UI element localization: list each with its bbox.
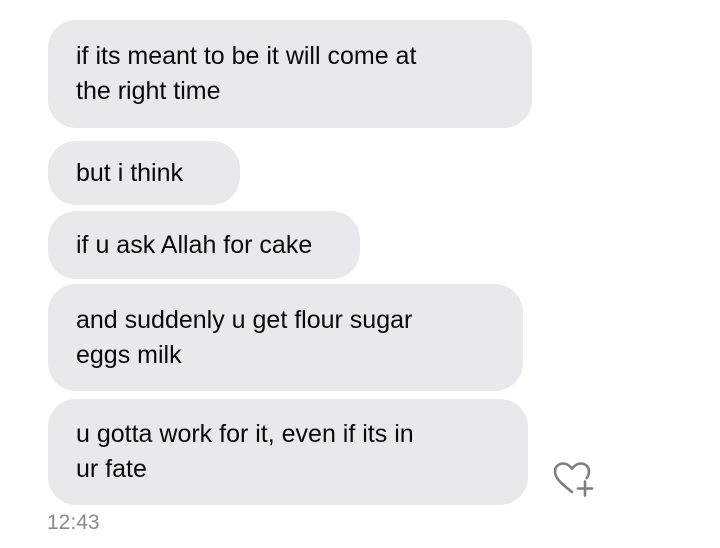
message-bubble[interactable]: u gotta work for it, even if its in ur f… <box>48 399 528 505</box>
message-bubble[interactable]: if u ask Allah for cake <box>48 211 360 279</box>
message-bubble[interactable]: if its meant to be it will come at the r… <box>48 20 532 128</box>
heart-plus-icon <box>553 462 594 497</box>
message-text: if its meant to be it will come at the r… <box>76 42 417 105</box>
message-timestamp: 12:43 <box>47 511 100 534</box>
message-bubble[interactable]: but i think <box>48 141 240 205</box>
message-text: but i think <box>76 158 184 187</box>
message-text: u gotta work for it, even if its in ur f… <box>76 420 414 483</box>
message-thread: if its meant to be it will come at the r… <box>0 0 720 548</box>
message-bubble[interactable]: and suddenly u get flour sugar eggs milk <box>48 284 523 391</box>
add-reaction-button[interactable] <box>548 456 596 504</box>
message-text: if u ask Allah for cake <box>76 230 313 259</box>
message-text: and suddenly u get flour sugar eggs milk <box>76 305 413 369</box>
